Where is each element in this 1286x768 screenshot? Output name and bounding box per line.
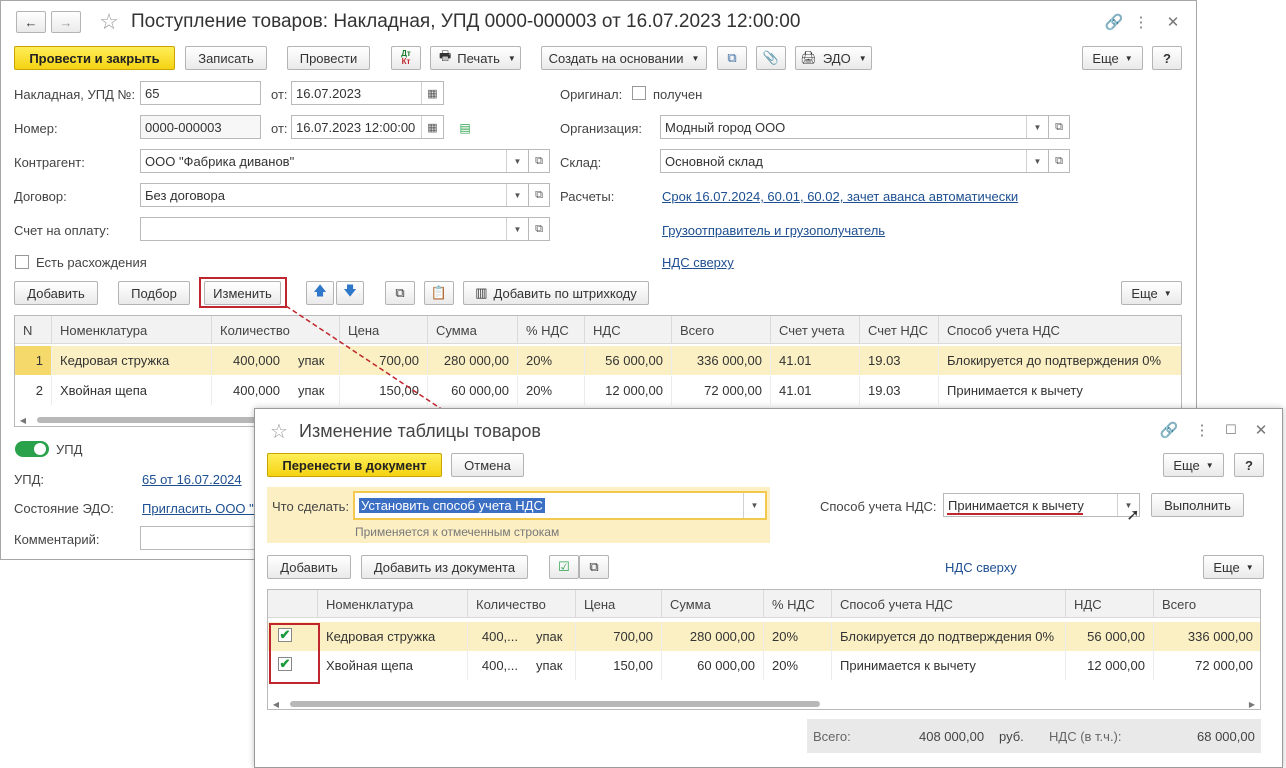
currency-label: руб. xyxy=(999,729,1024,744)
vat-rate-cell: 20% xyxy=(764,651,832,680)
total-value: 408 000,00 xyxy=(919,729,985,744)
scroll-left-icon[interactable]: ◀ xyxy=(270,698,282,709)
dialog-help-button[interactable]: ? xyxy=(1234,453,1264,477)
checkbox-highlight xyxy=(269,623,320,684)
dialog-add-button[interactable]: Добавить xyxy=(267,555,351,579)
vat-method-underline xyxy=(947,513,1083,515)
vat-method-label: Способ учета НДС: xyxy=(820,499,937,514)
column-header[interactable]: Сумма xyxy=(662,590,764,618)
dialog-vat-top-link[interactable]: НДС сверху xyxy=(945,560,1017,575)
qty-cell: 400,... xyxy=(481,629,518,644)
uncheck-all-icon: ⧉ xyxy=(589,559,599,574)
dialog-title: Изменение таблицы товаров xyxy=(299,421,541,441)
link-icon[interactable]: 🔗 xyxy=(1157,419,1181,441)
vat-rate-cell: 20% xyxy=(764,622,832,651)
star-icon[interactable]: ☆ xyxy=(267,419,291,443)
dialog-table-more-button[interactable]: Еще ▼ xyxy=(1203,555,1264,579)
check-all-button[interactable]: ☑ xyxy=(549,555,579,579)
chevron-down-icon[interactable]: ▼ xyxy=(743,493,765,518)
action-select[interactable]: Установить способ учета НДС ▼ xyxy=(353,491,767,520)
add-from-document-button[interactable]: Добавить из документа xyxy=(361,555,528,579)
mouse-cursor-icon: ➚ xyxy=(1126,507,1140,524)
check-all-icon: ☑ xyxy=(558,559,570,574)
column-header[interactable]: Цена xyxy=(576,590,662,618)
item-cell: Кедровая стружка xyxy=(318,622,468,651)
dialog-more-button[interactable]: Еще ▼ xyxy=(1163,453,1224,477)
table-row[interactable]: ✔ Кедровая стружка 400,... упак 700,00 2… xyxy=(268,622,1260,651)
cancel-button[interactable]: Отмена xyxy=(451,453,524,477)
sum-cell: 280 000,00 xyxy=(662,622,764,651)
vat-total-label: НДС (в т.ч.): xyxy=(1049,729,1122,744)
unit-cell: упак xyxy=(528,622,576,651)
column-header[interactable]: НДС xyxy=(1066,590,1154,618)
scroll-right-icon[interactable]: ▶ xyxy=(1246,698,1258,709)
change-goods-dialog: ☆ Изменение таблицы товаров 🔗 ⋮ ☐ ✕ Пере… xyxy=(254,408,1283,768)
dialog-goods-table: Номенклатура Количество Цена Сумма % НДС… xyxy=(267,589,1261,710)
chevron-down-icon: ▼ xyxy=(1245,562,1254,572)
sum-cell: 60 000,00 xyxy=(662,651,764,680)
unit-cell: упак xyxy=(528,651,576,680)
action-label: Что сделать: xyxy=(272,499,350,514)
horizontal-scrollbar[interactable] xyxy=(290,701,820,707)
column-header[interactable]: Количество xyxy=(468,590,576,618)
action-value: Установить способ учета НДС xyxy=(359,498,545,513)
action-hint: Применяется к отмеченным строкам xyxy=(355,525,560,539)
vat-cell: 12 000,00 xyxy=(1066,651,1154,680)
column-header[interactable]: Способ учета НДС xyxy=(832,590,1066,618)
item-cell: Хвойная щепа xyxy=(318,651,468,680)
more-vert-icon[interactable]: ⋮ xyxy=(1193,419,1211,441)
vat-cell: 56 000,00 xyxy=(1066,622,1154,651)
dialog-more-label: Еще xyxy=(1173,457,1200,473)
maximize-icon[interactable]: ☐ xyxy=(1221,419,1241,441)
transfer-to-document-button[interactable]: Перенести в документ xyxy=(267,453,442,477)
column-header[interactable]: Номенклатура xyxy=(318,590,468,618)
uncheck-all-button[interactable]: ⧉ xyxy=(579,555,609,579)
chevron-down-icon: ▼ xyxy=(1205,460,1214,470)
qty-cell: 400,... xyxy=(481,658,518,673)
vat-method-cell: Принимается к вычету xyxy=(832,651,1066,680)
vat-method-value: Принимается к вычету xyxy=(948,498,1084,513)
column-header[interactable]: Всего xyxy=(1154,590,1260,618)
vat-total-value: 68 000,00 xyxy=(1197,729,1255,744)
totals-bar xyxy=(807,719,1261,753)
price-cell: 150,00 xyxy=(576,651,662,680)
table-row[interactable]: ✔ Хвойная щепа 400,... упак 150,00 60 00… xyxy=(268,651,1260,680)
dialog-table-more-label: Еще xyxy=(1213,559,1240,575)
total-cell: 72 000,00 xyxy=(1154,651,1260,680)
price-cell: 700,00 xyxy=(576,622,662,651)
total-cell: 336 000,00 xyxy=(1154,622,1260,651)
column-header[interactable]: % НДС xyxy=(764,590,832,618)
column-header[interactable] xyxy=(268,590,318,618)
total-label: Всего: xyxy=(813,729,851,744)
vat-method-cell: Блокируется до подтверждения 0% xyxy=(832,622,1066,651)
close-icon[interactable]: ✕ xyxy=(1251,419,1271,441)
execute-button[interactable]: Выполнить xyxy=(1151,493,1244,517)
